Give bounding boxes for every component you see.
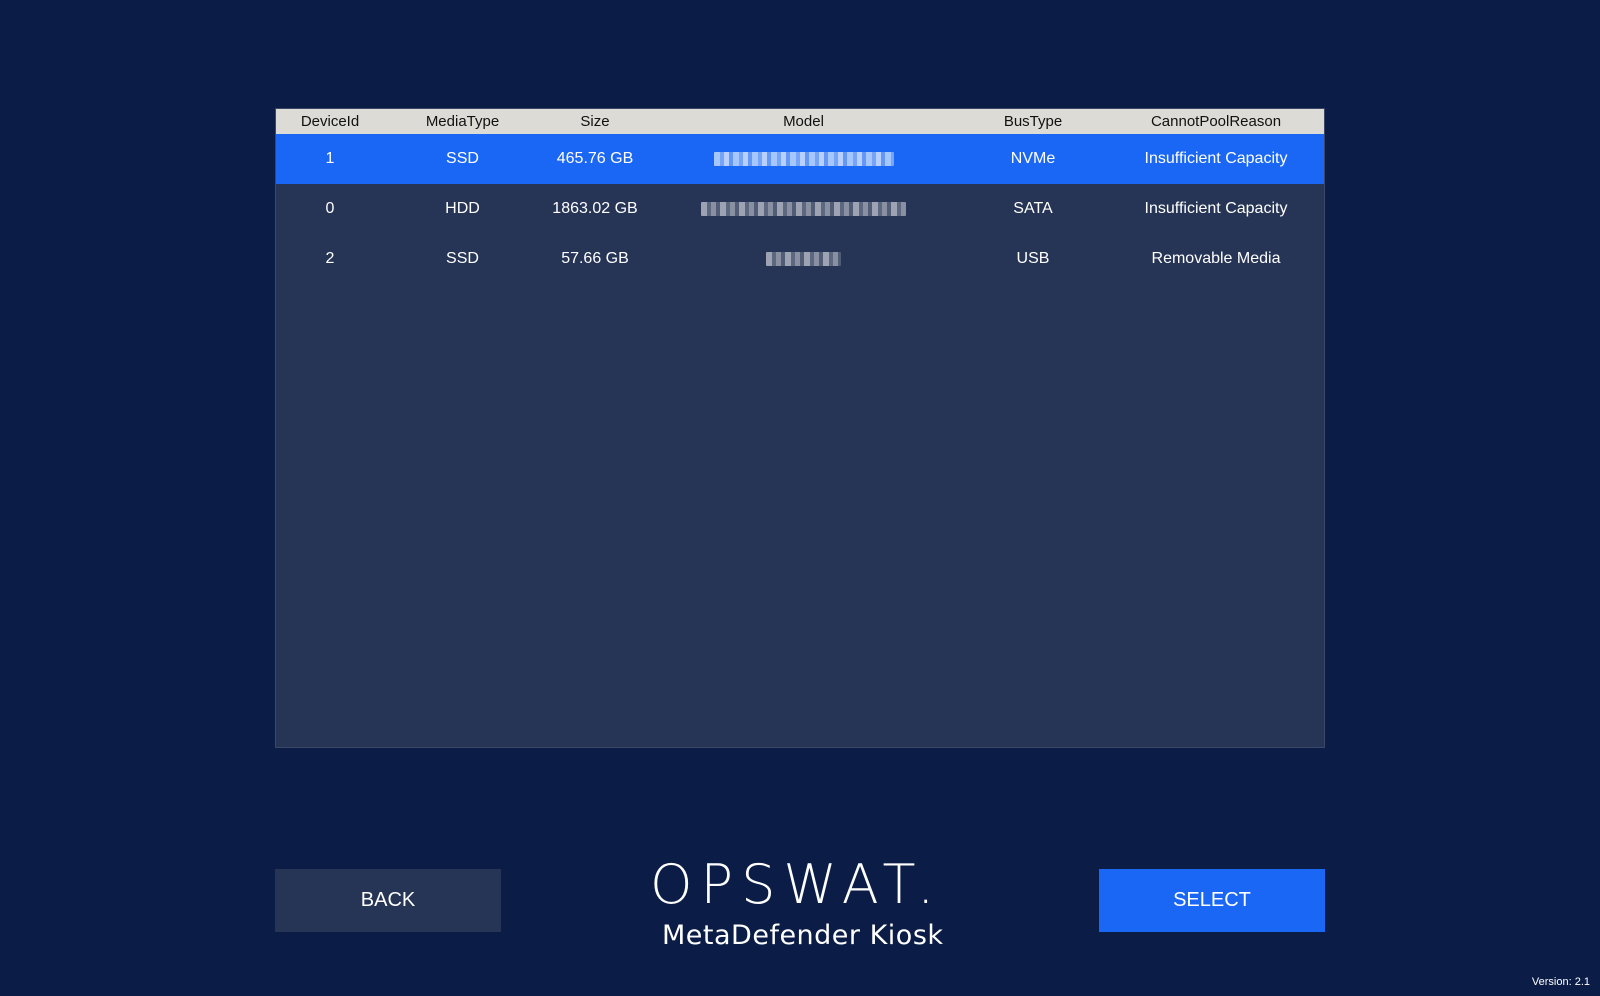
cell-bustype: NVMe [1010,150,1056,167]
column-header-deviceid[interactable]: DeviceId [276,113,384,130]
cell-bustype: SATA [1013,200,1053,217]
redacted-block [713,151,894,166]
back-button[interactable]: BACK [275,869,501,932]
cell-size: 57.66 GB [561,250,629,267]
column-header-bustype[interactable]: BusType [958,113,1108,130]
cell-mediatype: HDD [445,200,480,217]
logo-wordmark: OPSWAT. [650,853,943,916]
product-name: MetaDefender Kiosk [662,920,944,951]
cell-cannotpoolreason: Insufficient Capacity [1144,150,1288,167]
table-row[interactable]: 1 SSD 465.76 GB NVMe Insufficient Capaci… [276,134,1324,184]
disk-table: DeviceId MediaType Size Model BusType Ca… [275,108,1325,748]
column-header-mediatype[interactable]: MediaType [384,113,541,130]
cell-size: 1863.02 GB [552,200,638,217]
opswat-logo: OPSWAT. MetaDefender Kiosk [650,855,950,953]
select-button[interactable]: SELECT [1099,869,1325,932]
cell-bustype: USB [1016,250,1050,267]
table-row[interactable]: 2 SSD 57.66 GB USB Removable Media [276,234,1324,284]
table-row[interactable]: 0 HDD 1863.02 GB SATA Insufficient Capac… [276,184,1324,234]
cell-deviceid: 1 [325,150,335,167]
cell-cannotpoolreason: Insufficient Capacity [1144,200,1288,217]
version-label: Version: 2.1 [1531,976,1590,988]
table-header: DeviceId MediaType Size Model BusType Ca… [276,109,1324,134]
column-header-cannotpoolreason[interactable]: CannotPoolReason [1108,113,1324,130]
redacted-block [766,251,841,266]
cell-model-redacted [649,200,958,218]
redacted-block [701,201,906,216]
cell-deviceid: 2 [325,250,335,267]
cell-cannotpoolreason: Removable Media [1151,250,1281,267]
cell-size: 465.76 GB [556,150,634,167]
column-header-model[interactable]: Model [649,113,958,130]
column-header-size[interactable]: Size [541,113,649,130]
cell-mediatype: SSD [446,150,479,167]
cell-model-redacted [649,250,958,268]
cell-model-redacted [649,150,958,168]
cell-deviceid: 0 [325,200,335,217]
cell-mediatype: SSD [446,250,479,267]
